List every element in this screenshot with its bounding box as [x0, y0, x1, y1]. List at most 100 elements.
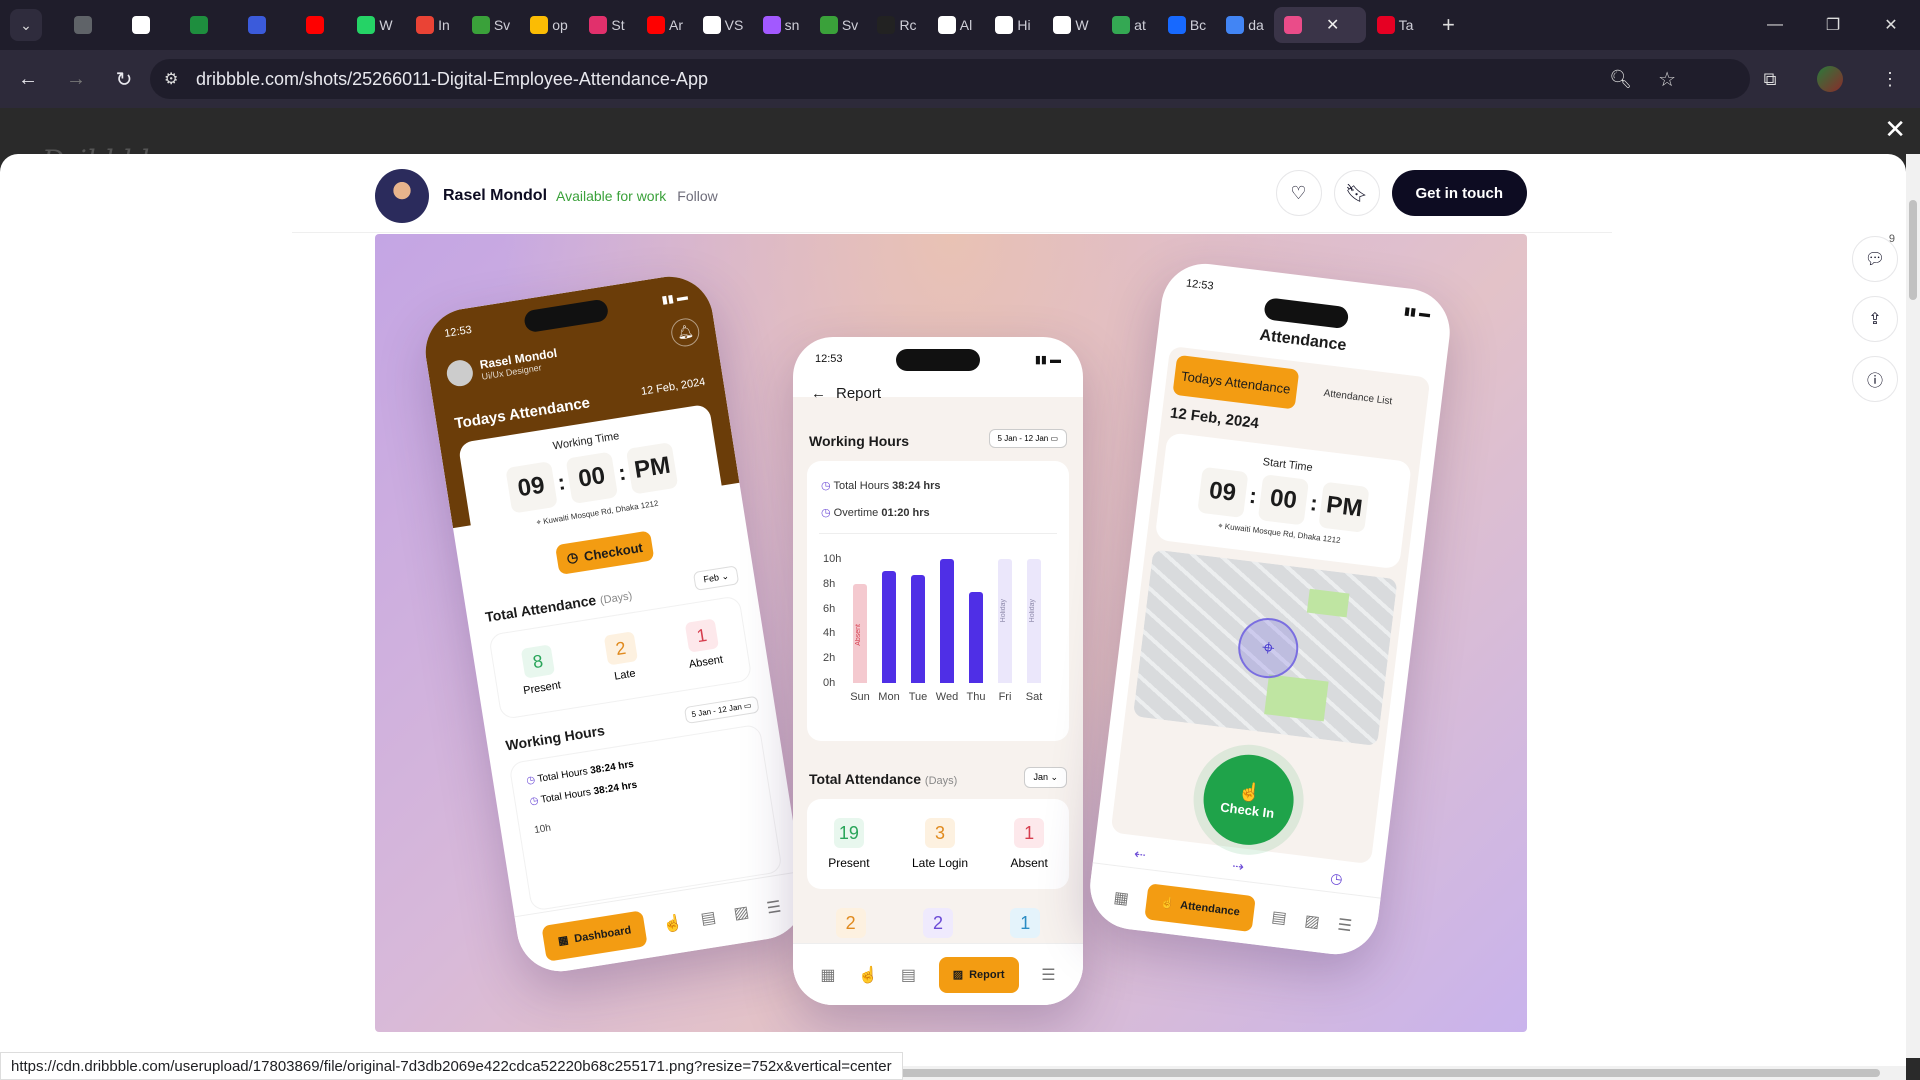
- document-icon[interactable]: ▤: [1270, 906, 1288, 928]
- y-tick-label: 0h: [823, 677, 836, 689]
- new-tab-button[interactable]: +: [1442, 12, 1455, 38]
- hand-icon[interactable]: ☝: [661, 912, 684, 935]
- browser-tab[interactable]: Al: [926, 7, 984, 43]
- triangle-icon: [877, 16, 896, 34]
- info-button[interactable]: ⓘ: [1852, 356, 1898, 402]
- nav-attendance[interactable]: ☝ Attendance: [1144, 882, 1256, 932]
- browser-tab[interactable]: St: [578, 7, 636, 43]
- browser-tab[interactable]: da: [1216, 7, 1274, 43]
- profile-button[interactable]: [1800, 66, 1860, 92]
- chart-icon[interactable]: ▨: [732, 901, 751, 923]
- days-label: (Days): [924, 775, 958, 787]
- browser-tab[interactable]: W: [1042, 7, 1100, 43]
- behance-icon: [1167, 16, 1186, 34]
- grid-icon[interactable]: ▦: [820, 965, 835, 985]
- bottom-nav: ▦ ☝ ▤ ▨ Report ☰: [793, 943, 1083, 1005]
- tab-title: VS: [724, 17, 744, 33]
- browser-tab[interactable]: Ta: [1366, 7, 1424, 43]
- follow-link[interactable]: Follow: [677, 188, 717, 204]
- comments-button[interactable]: 💬︎ 9: [1852, 233, 1898, 282]
- browser-tab[interactable]: Ar: [636, 7, 694, 43]
- tab-title: W: [379, 17, 393, 33]
- document-icon[interactable]: ▤: [901, 965, 916, 985]
- google-icon: [1226, 16, 1245, 34]
- browser-tab[interactable]: ✕: [1274, 7, 1366, 43]
- designer-avatar[interactable]: [375, 169, 429, 223]
- reload-button[interactable]: ↻: [104, 59, 144, 99]
- month-select-value: Feb: [702, 572, 720, 585]
- location-map[interactable]: ⌖: [1132, 549, 1398, 747]
- url-text[interactable]: dribbble.com/shots/25266011-Digital-Empl…: [196, 69, 708, 90]
- month-select[interactable]: Feb ⌄: [693, 565, 740, 591]
- browser-menu-icon[interactable]: ⋮: [1860, 69, 1920, 90]
- extensions-icon[interactable]: ⧉: [1740, 69, 1800, 90]
- availability-label[interactable]: Available for work: [556, 188, 666, 204]
- late-count: 3: [925, 818, 955, 848]
- share-button[interactable]: ⇪: [1852, 296, 1898, 342]
- address-bar[interactable]: ⚙ dribbble.com/shots/25266011-Digital-Em…: [150, 59, 1750, 99]
- close-tab-icon[interactable]: ✕: [1326, 15, 1339, 35]
- browser-tab[interactable]: In: [404, 7, 462, 43]
- close-window-icon[interactable]: ✕: [1862, 0, 1920, 50]
- tab-search-button[interactable]: ⌄: [10, 9, 42, 41]
- browser-tab[interactable]: op: [520, 7, 578, 43]
- hours-box: 09: [504, 461, 558, 514]
- vertical-scrollbar[interactable]: [1906, 154, 1920, 1058]
- browser-tab[interactable]: VS: [694, 7, 752, 43]
- close-modal-icon[interactable]: ✕: [1884, 114, 1906, 145]
- browser-tab[interactable]: [230, 7, 288, 43]
- green-circle-icon: [471, 16, 490, 34]
- extra-stat: 1: [1010, 908, 1041, 938]
- save-button[interactable]: 🔖︎: [1333, 170, 1380, 216]
- x-tick-label: Sun: [850, 691, 870, 703]
- date-range-select[interactable]: 5 Jan - 12 Jan ▭: [683, 695, 760, 725]
- menu-icon[interactable]: ☰: [765, 896, 783, 918]
- browser-tab[interactable]: Sv: [810, 7, 868, 43]
- tab-title: Sv: [841, 17, 859, 33]
- browser-tab[interactable]: at: [1100, 7, 1158, 43]
- grid-icon[interactable]: ▦: [1113, 887, 1130, 909]
- logout-icon[interactable]: ⇢: [1231, 857, 1245, 875]
- like-button[interactable]: ♡: [1275, 170, 1322, 216]
- browser-tab[interactable]: Hi: [984, 7, 1042, 43]
- back-arrow-icon[interactable]: ←: [811, 385, 826, 402]
- whatsapp-icon: [357, 16, 376, 34]
- y-tick-label: 2h: [823, 652, 836, 665]
- document-icon[interactable]: ▤: [699, 906, 717, 928]
- browser-tab[interactable]: [172, 7, 230, 43]
- back-button[interactable]: ←: [8, 59, 48, 99]
- map-park: [1264, 674, 1329, 722]
- browser-tab[interactable]: [114, 7, 172, 43]
- shot-image: 12:53 ▮▮ ▬ Rasel Mondol Ui/Ux Designer 🔔︎…: [375, 234, 1527, 1032]
- signal-icon: [248, 16, 266, 34]
- vertical-scroll-thumb[interactable]: [1909, 200, 1917, 300]
- menu-icon[interactable]: ☰: [1041, 965, 1055, 985]
- bookmark-star-icon[interactable]: ☆: [1658, 67, 1676, 92]
- designer-name[interactable]: Rasel Mondol: [443, 187, 547, 205]
- browser-tab[interactable]: Sv: [462, 7, 520, 43]
- hand-icon[interactable]: ☝: [858, 965, 878, 985]
- month-select[interactable]: Jan ⌄: [1024, 767, 1067, 788]
- timer-icon[interactable]: ◷: [1329, 869, 1344, 887]
- nav-dashboard[interactable]: ▦ Dashboard: [541, 909, 648, 962]
- browser-tab[interactable]: W: [346, 7, 404, 43]
- get-in-touch-button[interactable]: Get in touch: [1391, 170, 1527, 216]
- site-info-icon[interactable]: ⚙: [164, 69, 186, 89]
- browser-tab[interactable]: [56, 7, 114, 43]
- forward-button[interactable]: →: [56, 59, 96, 99]
- restore-icon[interactable]: ❐: [1804, 0, 1862, 50]
- horizontal-scroll-thumb[interactable]: [890, 1069, 1880, 1077]
- clock-icon: ◷: [821, 480, 834, 492]
- date-range-select[interactable]: 5 Jan - 12 Jan ▭: [988, 429, 1067, 448]
- browser-tab[interactable]: sn: [752, 7, 810, 43]
- login-icon[interactable]: ⇠: [1133, 845, 1147, 863]
- browser-tab[interactable]: [288, 7, 346, 43]
- chart-icon[interactable]: ▨: [1303, 910, 1321, 932]
- extra-stats-row: 2 2 1: [807, 903, 1069, 943]
- minimize-icon[interactable]: —: [1746, 0, 1804, 50]
- browser-tab[interactable]: Bc: [1158, 7, 1216, 43]
- nav-report[interactable]: ▨ Report: [938, 956, 1019, 993]
- menu-icon[interactable]: ☰: [1336, 914, 1353, 936]
- zoom-icon[interactable]: 🔍︎: [1609, 69, 1632, 90]
- browser-tab[interactable]: Rc: [868, 7, 926, 43]
